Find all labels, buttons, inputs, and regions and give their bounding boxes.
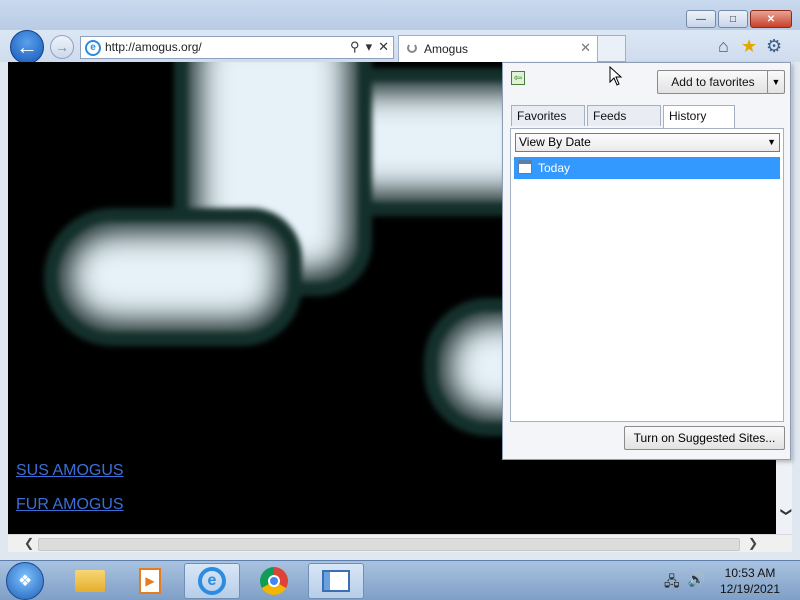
tab-feeds[interactable]: Feeds — [587, 105, 661, 126]
favorites-center-panel: ⇦ Add to favorites ▼ Favorites Feeds His… — [502, 62, 791, 460]
tab-close-icon[interactable]: ✕ — [580, 40, 591, 56]
calendar-icon — [518, 160, 532, 174]
history-view-value: View By Date — [519, 135, 591, 149]
chevron-down-icon: ▼ — [767, 137, 776, 147]
taskbar-chrome[interactable] — [246, 563, 302, 599]
add-to-favorites-button[interactable]: Add to favorites — [657, 70, 769, 94]
folder-icon — [75, 570, 105, 592]
tab-history[interactable]: History — [663, 105, 735, 128]
turn-on-suggested-sites-button[interactable]: Turn on Suggested Sites... — [624, 426, 785, 450]
pin-favorites-center-icon[interactable]: ⇦ — [511, 71, 525, 85]
favorites-star-icon[interactable]: ★ — [741, 36, 757, 57]
window-titlebar: — □ ✕ — [0, 0, 800, 32]
taskbar-clock[interactable]: 10:53 AM 12/19/2021 — [710, 565, 790, 597]
back-button[interactable]: ← — [10, 30, 44, 64]
internet-explorer-icon: e — [198, 567, 226, 595]
chrome-icon — [260, 567, 288, 595]
link-fur-amogus[interactable]: FUR AMOGUS — [16, 496, 124, 514]
home-icon[interactable]: ⌂ — [718, 36, 729, 57]
address-dropdown-icon[interactable]: ▾ — [366, 39, 373, 55]
forward-button[interactable]: → — [50, 35, 74, 59]
stop-icon[interactable]: ✕ — [378, 39, 389, 55]
windows-logo-icon: ❖ — [17, 573, 33, 590]
taskbar-media-player[interactable]: ▶ — [122, 563, 178, 599]
clock-time: 10:53 AM — [724, 566, 776, 580]
media-player-icon: ▶ — [139, 568, 161, 594]
back-arrow-icon: ← — [16, 34, 38, 59]
scroll-right-icon[interactable]: ❯ — [748, 536, 758, 550]
tab-amogus[interactable]: Amogus ✕ — [398, 35, 598, 62]
clock-date: 12/19/2021 — [719, 582, 781, 596]
start-button[interactable]: ❖ — [6, 562, 44, 600]
horizontal-scroll-thumb[interactable] — [38, 538, 740, 551]
scroll-down-icon[interactable]: ❯ — [775, 504, 793, 520]
link-sus-amogus[interactable]: SUS AMOGUS — [16, 462, 124, 480]
taskbar: ❖ ▶ e 🖧 🔊 10:53 AM 12/19/2021 — [0, 560, 800, 600]
add-to-favorites-dropdown[interactable]: ▼ — [767, 70, 785, 94]
horizontal-scrollbar[interactable]: ❮ ❯ — [8, 534, 792, 552]
network-icon[interactable]: 🖧 — [664, 571, 680, 595]
scroll-left-icon[interactable]: ❮ — [24, 536, 34, 550]
page-image-blob — [58, 222, 288, 332]
tools-gear-icon[interactable]: ⚙ — [766, 36, 782, 57]
new-tab-button[interactable] — [598, 35, 626, 62]
maximize-button[interactable]: □ — [718, 10, 748, 28]
address-bar[interactable]: e http://amogus.org/ ⚲ ▾ ✕ — [80, 36, 394, 59]
search-icon[interactable]: ⚲ — [350, 39, 360, 55]
tab-title: Amogus — [424, 42, 469, 56]
taskbar-explorer[interactable] — [62, 563, 118, 599]
close-window-button[interactable]: ✕ — [750, 10, 792, 28]
system-tray: 🖧 🔊 — [664, 571, 705, 595]
minimize-button[interactable]: — — [686, 10, 716, 28]
address-url: http://amogus.org/ — [105, 40, 202, 54]
history-list: View By Date ▼ Today — [510, 128, 784, 422]
taskbar-internet-explorer[interactable]: e — [184, 563, 240, 599]
tab-favorites[interactable]: Favorites — [511, 105, 585, 126]
loading-spinner-icon — [407, 43, 417, 53]
control-panel-icon — [322, 570, 350, 592]
history-item-label: Today — [538, 161, 571, 175]
taskbar-control-panel[interactable] — [308, 563, 364, 599]
forward-arrow-icon: → — [55, 39, 69, 55]
history-view-select[interactable]: View By Date ▼ — [515, 133, 780, 152]
history-item-today[interactable]: Today — [514, 157, 780, 179]
mouse-cursor-icon — [609, 66, 623, 86]
volume-icon[interactable]: 🔊 — [688, 571, 705, 595]
ie-page-icon: e — [85, 40, 101, 56]
